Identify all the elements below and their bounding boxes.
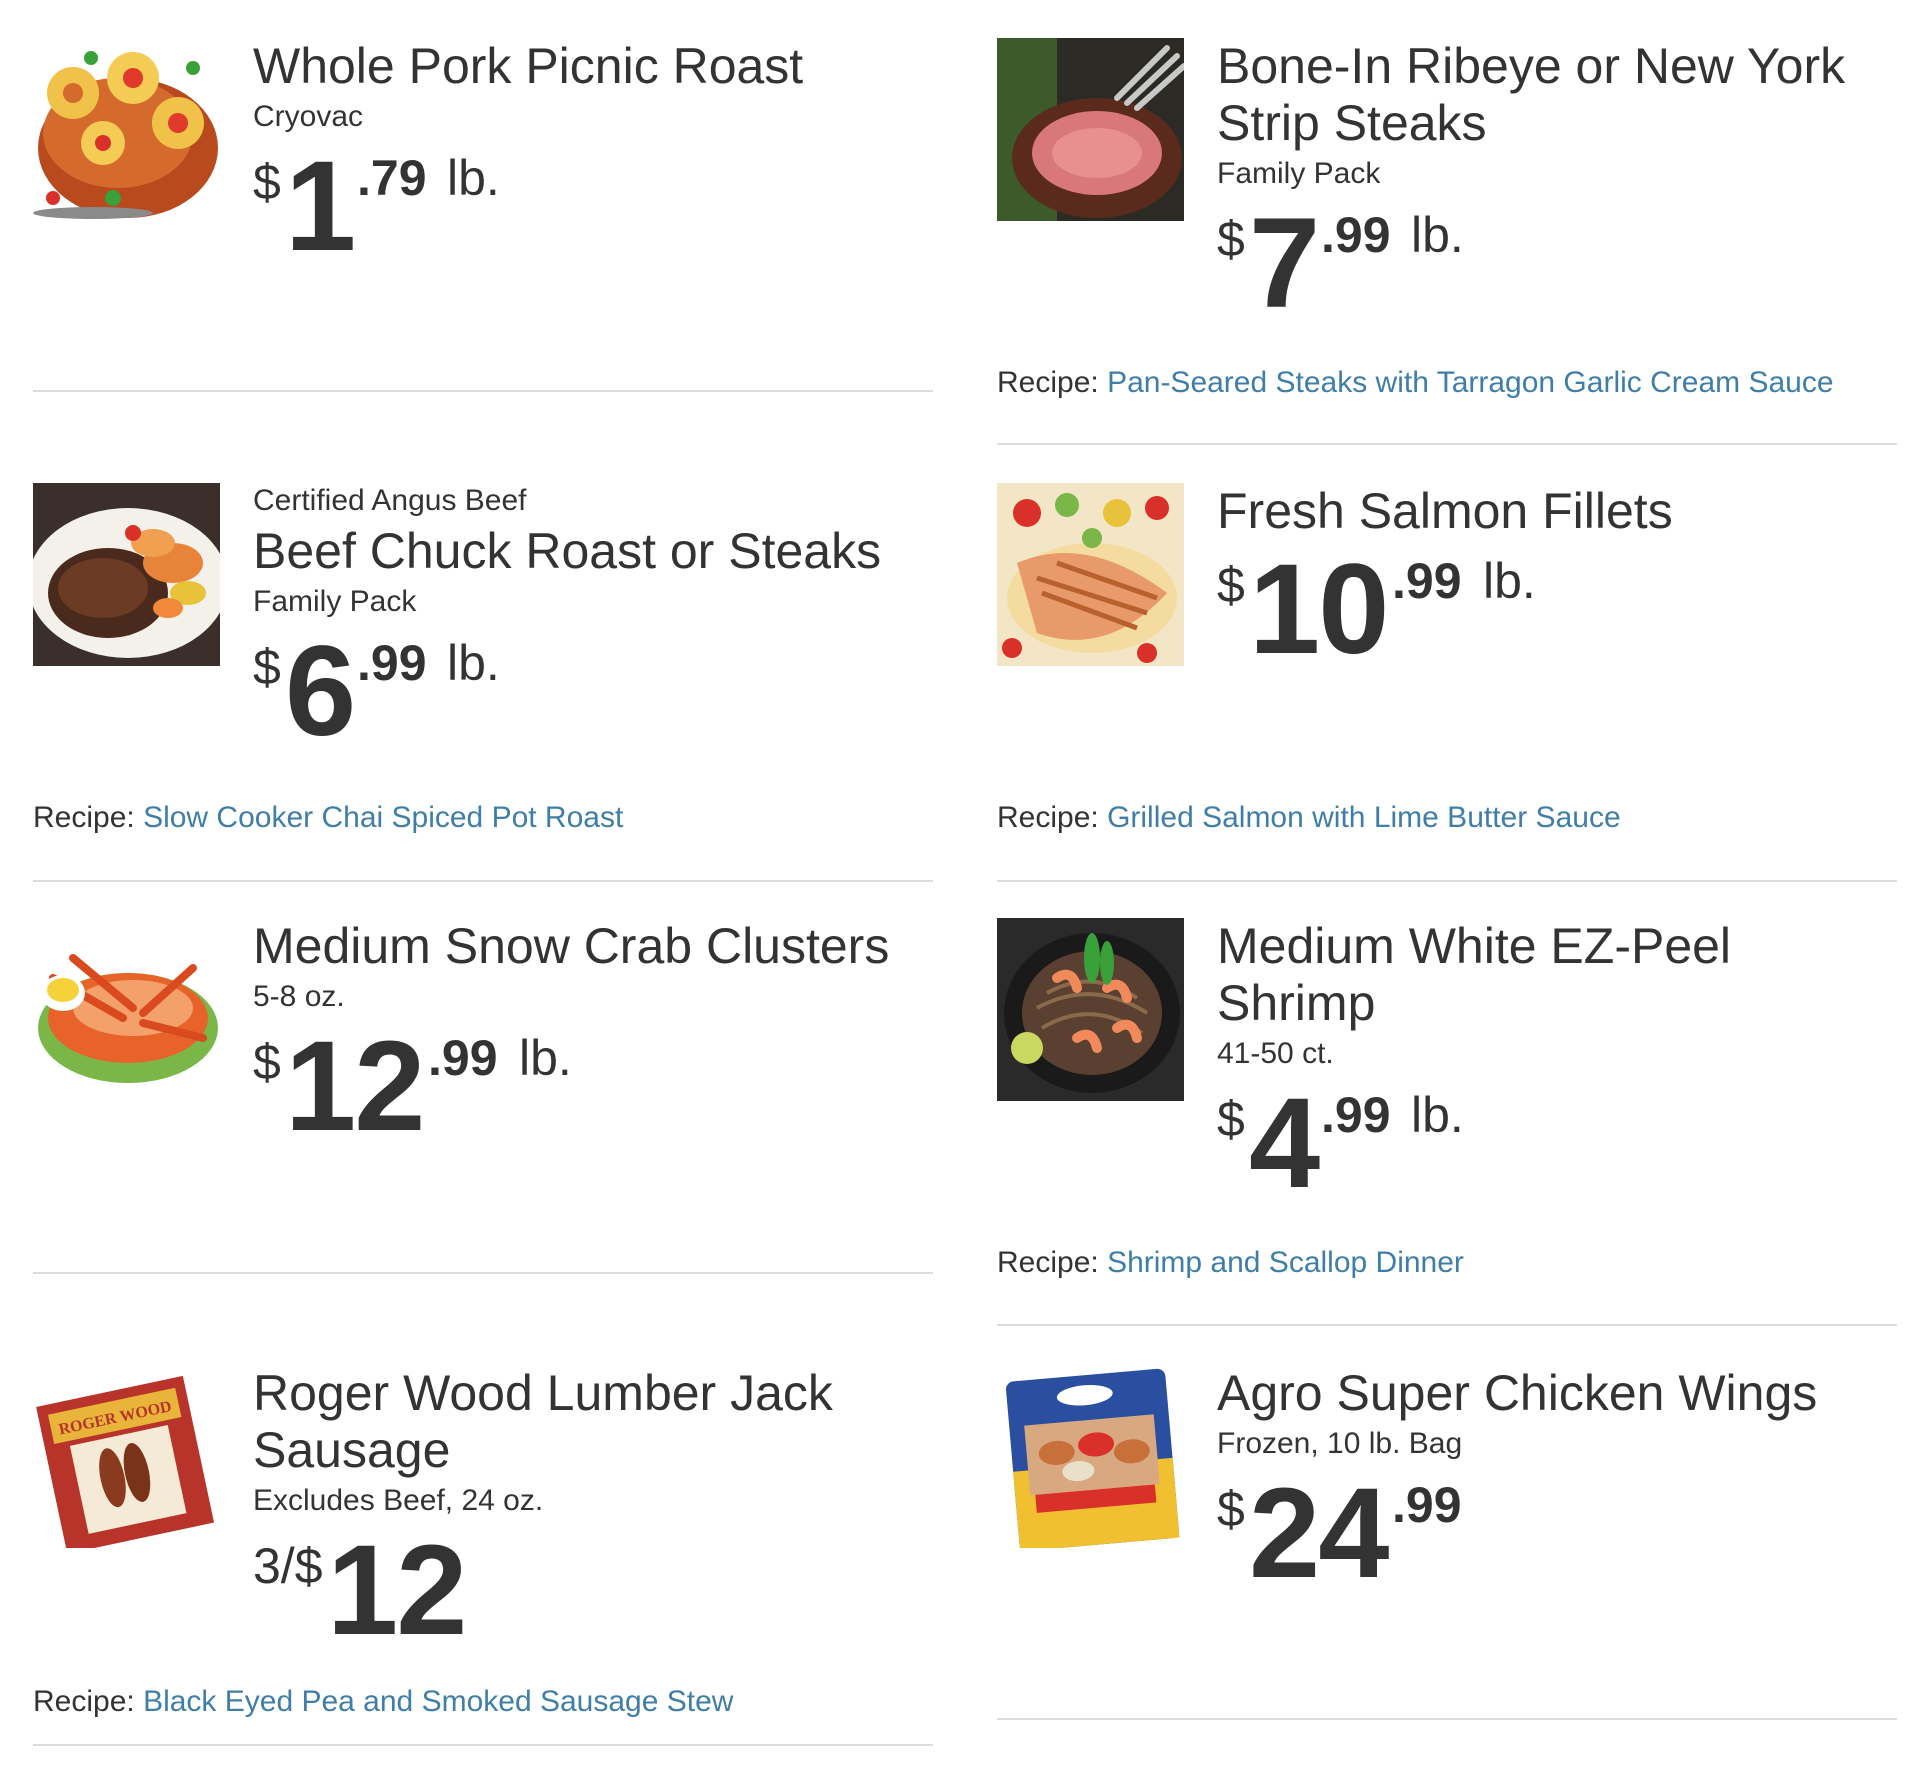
price-multi: 3/$ <box>253 1538 323 1594</box>
recipe-link[interactable]: Pan-Seared Steaks with Tarragon Garlic C… <box>1107 366 1833 399</box>
price-cents: .99 <box>1392 1477 1462 1533</box>
product-brand: Certified Angus Beef <box>253 484 527 517</box>
product-info: Fresh Salmon Fillets $ 10 .99 lb. <box>1217 483 1897 674</box>
product-title[interactable]: Whole Pork Picnic Roast <box>253 38 933 95</box>
divider <box>33 880 933 882</box>
price-dollars: 10 <box>1249 538 1389 681</box>
price-tag: $ 10 .99 lb. <box>1217 546 1897 674</box>
weekly-ad-page: Whole Pork Picnic Roast Cryovac $ 1 .79 … <box>0 0 1920 1766</box>
price-tag: $ 24 .99 <box>1217 1470 1897 1598</box>
recipe-link[interactable]: Grilled Salmon with Lime Butter Sauce <box>1107 801 1621 834</box>
pork-roast-photo-icon[interactable] <box>33 38 220 221</box>
recipe-label: Recipe: <box>997 1246 1099 1279</box>
recipe-line: Recipe: Black Eyed Pea and Smoked Sausag… <box>33 1685 733 1719</box>
product-info: Medium White EZ-Peel Shrimp 41-50 ct. $ … <box>1217 918 1897 1208</box>
price-currency: $ <box>253 1034 281 1090</box>
price-tag: $ 6 .99 lb. <box>253 628 933 756</box>
shrimp-noodles-photo-icon[interactable] <box>997 918 1184 1101</box>
recipe-link[interactable]: Shrimp and Scallop Dinner <box>1107 1246 1464 1279</box>
price-currency: $ <box>1217 211 1245 267</box>
price-cents: .99 <box>357 635 427 691</box>
product-subtitle: Family Pack <box>253 585 417 618</box>
recipe-link[interactable]: Slow Cooker Chai Spiced Pot Roast <box>143 801 623 834</box>
price-cents: .99 <box>1321 207 1391 263</box>
price-cents: .79 <box>357 150 427 206</box>
divider <box>997 1324 1897 1326</box>
divider <box>33 1272 933 1274</box>
product-info: Whole Pork Picnic Roast Cryovac $ 1 .79 … <box>253 38 933 271</box>
product-subtitle: Family Pack <box>1217 157 1381 190</box>
steak-photo-icon[interactable] <box>997 38 1184 221</box>
salmon-photo-icon[interactable] <box>997 483 1184 666</box>
price-dollars: 12 <box>327 1519 467 1662</box>
price-unit: lb. <box>447 635 500 691</box>
price-dollars: 6 <box>285 620 356 763</box>
divider <box>997 880 1897 882</box>
price-dollars: 1 <box>285 135 356 278</box>
price-currency: $ <box>253 639 281 695</box>
price-currency: $ <box>253 154 281 210</box>
product-info: Agro Super Chicken Wings Frozen, 10 lb. … <box>1217 1365 1897 1598</box>
price-unit: lb. <box>1411 207 1464 263</box>
product-title[interactable]: Roger Wood Lumber Jack Sausage <box>253 1365 933 1479</box>
product-subtitle: Excludes Beef, 24 oz. <box>253 1484 544 1517</box>
recipe-label: Recipe: <box>33 801 135 834</box>
recipe-line: Recipe: Slow Cooker Chai Spiced Pot Roas… <box>33 801 623 835</box>
price-currency: $ <box>1217 1091 1245 1147</box>
price-dollars: 24 <box>1249 1462 1389 1605</box>
beef-roast-photo-icon[interactable] <box>33 483 220 666</box>
price-currency: $ <box>1217 1481 1245 1537</box>
price-unit: lb. <box>1483 553 1536 609</box>
price-tag: $ 1 .79 lb. <box>253 143 933 271</box>
price-cents: .99 <box>1392 553 1462 609</box>
price-tag: $ 7 .99 lb. <box>1217 200 1897 328</box>
recipe-line: Recipe: Pan-Seared Steaks with Tarragon … <box>997 366 1834 400</box>
product-title[interactable]: Medium White EZ-Peel Shrimp <box>1217 918 1897 1032</box>
price-dollars: 7 <box>1249 192 1320 335</box>
product-title[interactable]: Bone-In Ribeye or New York Strip Steaks <box>1217 38 1897 152</box>
product-info: Bone-In Ribeye or New York Strip Steaks … <box>1217 38 1897 328</box>
price-tag: $ 4 .99 lb. <box>1217 1080 1897 1208</box>
divider <box>997 443 1897 445</box>
price-tag: $ 12 .99 lb. <box>253 1023 933 1151</box>
divider <box>997 1718 1897 1720</box>
recipe-line: Recipe: Grilled Salmon with Lime Butter … <box>997 801 1621 835</box>
product-subtitle: Frozen, 10 lb. Bag <box>1217 1427 1463 1460</box>
divider <box>33 390 933 392</box>
price-unit: lb. <box>447 150 500 206</box>
recipe-label: Recipe: <box>997 366 1099 399</box>
product-info: Certified Angus Beef Beef Chuck Roast or… <box>253 483 933 756</box>
price-unit: lb. <box>1411 1087 1464 1143</box>
recipe-link[interactable]: Black Eyed Pea and Smoked Sausage Stew <box>143 1685 733 1718</box>
product-info: Medium Snow Crab Clusters 5-8 oz. $ 12 .… <box>253 918 933 1151</box>
recipe-label: Recipe: <box>997 801 1099 834</box>
product-info: Roger Wood Lumber Jack Sausage Excludes … <box>253 1365 933 1655</box>
product-title[interactable]: Fresh Salmon Fillets <box>1217 483 1897 540</box>
recipe-label: Recipe: <box>33 1685 135 1718</box>
price-dollars: 12 <box>285 1015 425 1158</box>
snow-crab-photo-icon[interactable] <box>33 918 220 1101</box>
price-tag: 3/$ 12 <box>253 1527 933 1655</box>
product-title[interactable]: Beef Chuck Roast or Steaks <box>253 523 933 580</box>
price-dollars: 4 <box>1249 1072 1320 1215</box>
product-title[interactable]: Agro Super Chicken Wings <box>1217 1365 1897 1422</box>
divider <box>33 1744 933 1746</box>
product-subtitle: 41-50 ct. <box>1217 1037 1334 1070</box>
chicken-wings-bag-photo-icon[interactable] <box>997 1365 1184 1548</box>
price-unit: lb. <box>519 1030 572 1086</box>
sausage-package-photo-icon[interactable]: ROGER WOOD <box>33 1365 220 1548</box>
product-subtitle: Cryovac <box>253 100 364 133</box>
price-currency: $ <box>1217 557 1245 613</box>
price-cents: .99 <box>1321 1087 1391 1143</box>
product-subtitle: 5-8 oz. <box>253 980 345 1013</box>
product-title[interactable]: Medium Snow Crab Clusters <box>253 918 933 975</box>
price-cents: .99 <box>428 1030 498 1086</box>
recipe-line: Recipe: Shrimp and Scallop Dinner <box>997 1246 1464 1280</box>
